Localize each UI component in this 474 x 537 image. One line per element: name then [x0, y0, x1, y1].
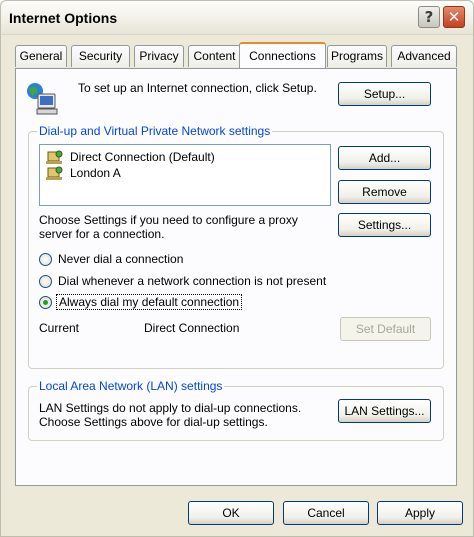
dialup-connection-icon: [46, 166, 63, 180]
help-button[interactable]: ?: [418, 6, 440, 28]
setup-button[interactable]: Setup...: [338, 82, 431, 106]
radio-never-dial[interactable]: [39, 253, 52, 266]
tab-advanced[interactable]: Advanced: [391, 45, 457, 67]
internet-options-window: Internet Options ? ✕ General Security Pr…: [0, 0, 474, 537]
remove-button-label: Remove: [362, 185, 407, 199]
radio-never-dial-label[interactable]: Never dial a connection: [58, 252, 183, 266]
settings-button-label: Settings...: [357, 218, 412, 232]
dialup-connection-icon: [46, 150, 63, 164]
tab-privacy[interactable]: Privacy: [134, 45, 184, 67]
apply-button[interactable]: Apply: [377, 501, 463, 525]
tab-content[interactable]: Content: [188, 45, 241, 67]
set-default-button-label: Set Default: [355, 322, 416, 336]
proxy-settings-description: Choose Settings if you need to configure…: [39, 213, 298, 241]
setup-description: To set up an Internet connection, click …: [78, 81, 317, 95]
setup-button-label: Setup...: [363, 87, 406, 101]
current-connection-value: Direct Connection: [144, 321, 240, 335]
connection-name: Direct Connection (Default): [70, 150, 215, 164]
ok-button-label: OK: [222, 506, 240, 520]
add-button[interactable]: Add...: [338, 146, 431, 170]
current-label: Current: [39, 321, 80, 335]
radio-selected-dot: [43, 300, 48, 305]
lan-description: LAN Settings do not apply to dial-up con…: [39, 401, 302, 429]
radio-always-dial-label[interactable]: Always dial my default connection: [56, 294, 243, 310]
ok-button[interactable]: OK: [188, 501, 274, 525]
title-bar[interactable]: Internet Options ? ✕: [1, 1, 473, 35]
tab-general[interactable]: General: [15, 45, 67, 67]
connection-name: London A: [70, 166, 121, 180]
add-button-label: Add...: [368, 151, 401, 165]
cancel-button[interactable]: Cancel: [283, 501, 369, 525]
settings-button[interactable]: Settings...: [338, 213, 431, 237]
connections-list[interactable]: Direct Connection (Default) London A: [39, 144, 331, 206]
lan-group-title: Local Area Network (LAN) settings: [37, 379, 225, 393]
radio-dial-whenever[interactable]: [39, 275, 52, 288]
tab-security[interactable]: Security: [71, 45, 130, 67]
set-default-button[interactable]: Set Default: [340, 317, 431, 341]
network-computer-icon: [27, 83, 58, 115]
radio-dial-whenever-label[interactable]: Dial whenever a network connection is no…: [58, 274, 326, 288]
apply-button-label: Apply: [404, 506, 436, 520]
close-button[interactable]: ✕: [443, 6, 465, 28]
cancel-button-label: Cancel: [307, 506, 345, 520]
tab-programs[interactable]: Programs: [327, 45, 387, 67]
question-icon: ?: [424, 8, 434, 26]
radio-always-dial[interactable]: [39, 296, 52, 309]
tab-connections[interactable]: Connections: [239, 42, 326, 68]
close-icon: ✕: [447, 8, 461, 26]
dialup-group-title: Dial-up and Virtual Private Network sett…: [37, 124, 273, 138]
window-title: Internet Options: [9, 10, 118, 26]
remove-button[interactable]: Remove: [338, 180, 431, 204]
lan-settings-button[interactable]: LAN Settings...: [338, 399, 431, 423]
lan-settings-button-label: LAN Settings...: [344, 404, 425, 418]
